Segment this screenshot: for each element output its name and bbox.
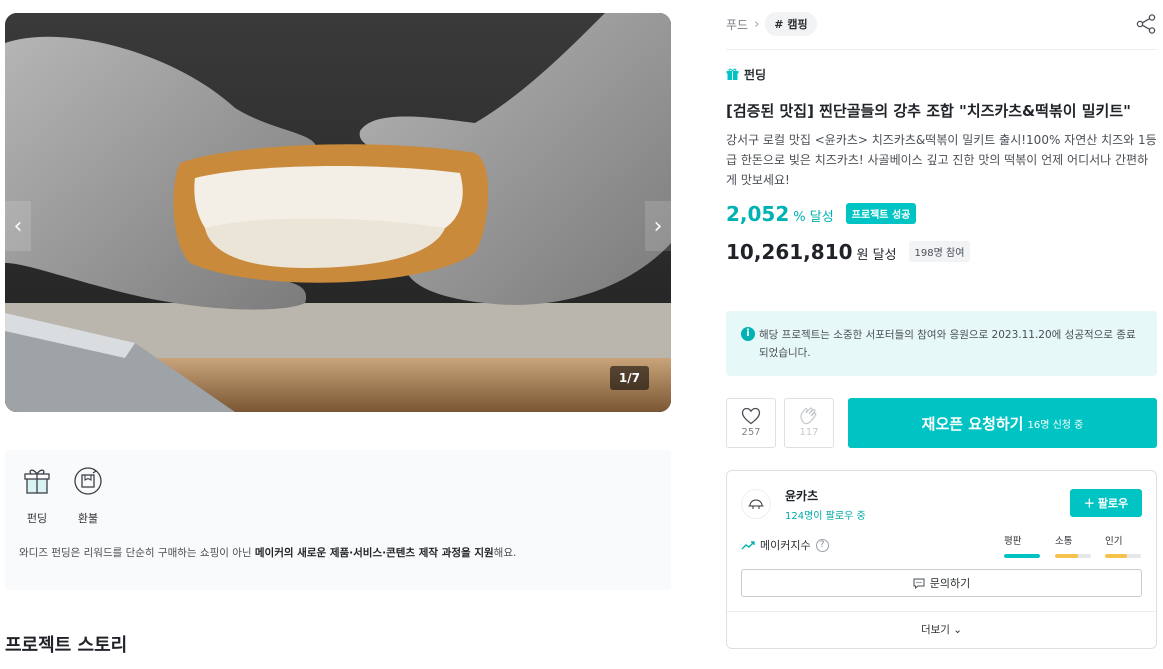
gallery-counter: 1/7 xyxy=(609,366,649,390)
breadcrumb: 푸드 › # 캠핑 xyxy=(726,12,817,36)
funding-info-label: 펀딩 xyxy=(26,512,48,525)
metric-popularity: 인기 xyxy=(1105,533,1141,558)
metric-bar xyxy=(1055,554,1091,558)
metric-label: 소통 xyxy=(1055,536,1073,547)
chevron-right-icon: › xyxy=(754,16,760,32)
funding-info-text: 와디즈 펀딩은 리워드를 단순히 구매하는 쇼핑이 아닌 메이커의 새로운 제품… xyxy=(19,547,517,559)
gallery-next-button[interactable]: › xyxy=(645,201,671,251)
achievement-rate: 2,052 % 달성 프로젝트 성공 xyxy=(726,202,917,227)
maker-logo-icon xyxy=(748,499,764,509)
metric-fill xyxy=(1004,554,1040,558)
maker-name[interactable]: 윤카츠 xyxy=(785,487,818,504)
gift-icon xyxy=(24,469,50,494)
help-icon[interactable]: ? xyxy=(815,538,829,552)
product-image-gallery[interactable]: ‹ › 1/7 xyxy=(5,13,671,412)
cheer-count: 117 xyxy=(799,427,819,438)
funding-amount: 10,261,810 원 달성 198명 참여 xyxy=(726,240,971,265)
breadcrumb-category[interactable]: 푸드 xyxy=(726,16,748,33)
success-badge: 프로젝트 성공 xyxy=(845,203,917,224)
maker-index: 메이커지수 ? xyxy=(741,537,829,553)
product-title: [검증된 맛집] 찐단골들의 강추 조합 "치즈카츠&떡볶이 밀키트" xyxy=(726,102,1131,120)
header-divider xyxy=(726,49,1157,50)
metric-bar xyxy=(1105,554,1141,558)
amount-value: 10,261,810 xyxy=(726,240,853,264)
metric-communication: 소통 xyxy=(1055,533,1091,558)
card-divider xyxy=(727,611,1156,612)
cheer-button[interactable]: 117 xyxy=(784,398,834,448)
reopen-request-button[interactable]: 재오픈 요청하기 16명 신청 중 xyxy=(848,398,1157,448)
project-story-title: 프로젝트 스토리 xyxy=(5,635,128,656)
chevron-left-icon: ‹ xyxy=(13,213,23,239)
follow-label: 팔로우 xyxy=(1097,497,1129,510)
chat-icon xyxy=(913,578,925,589)
achievement-unit: % 달성 xyxy=(793,210,834,225)
metric-label: 평판 xyxy=(1004,536,1022,547)
refund-icon xyxy=(74,467,102,495)
funding-type-label: 펀딩 xyxy=(726,66,766,83)
maker-card: 윤카츠 124명이 팔로우 중 ＋ 팔로우 메이커지수 ? 평판 소통 인기 문… xyxy=(726,470,1157,649)
inquiry-button[interactable]: 문의하기 xyxy=(741,569,1142,597)
follow-button[interactable]: ＋ 팔로우 xyxy=(1070,489,1142,517)
metric-label: 인기 xyxy=(1105,536,1123,547)
more-button[interactable]: 더보기 ⌄ xyxy=(727,622,1156,637)
reopen-request-label: 재오픈 요청하기 xyxy=(921,414,1024,433)
trending-up-icon xyxy=(741,541,755,550)
metric-reputation: 평판 xyxy=(1004,533,1040,558)
amount-unit: 원 달성 xyxy=(856,248,897,263)
maker-followers: 124명이 팔로우 중 xyxy=(785,511,866,522)
funding-info-box: 펀딩 환불 와디즈 펀딩은 리워드를 단순히 구매하는 쇼핑이 아닌 메이커의 … xyxy=(5,450,671,590)
maker-index-label: 메이커지수 xyxy=(760,539,811,552)
metric-fill xyxy=(1105,554,1127,558)
plus-icon: ＋ xyxy=(1083,497,1095,510)
metric-fill xyxy=(1055,554,1079,558)
achievement-percent: 2,052 xyxy=(726,202,790,226)
like-count: 257 xyxy=(741,427,761,438)
like-button[interactable]: 257 xyxy=(726,398,776,448)
action-row: 257 117 재오픈 요청하기 16명 신청 중 xyxy=(726,398,1157,448)
refund-info-item[interactable]: 환불 xyxy=(66,466,110,526)
chevron-right-icon: › xyxy=(653,213,663,239)
tag-chip[interactable]: # 캠핑 xyxy=(765,12,817,36)
info-icon: i xyxy=(741,327,755,341)
heart-icon xyxy=(741,407,761,425)
reopen-request-count: 16명 신청 중 xyxy=(1027,419,1084,431)
product-description: 강서구 로컬 맛집 <윤카츠> 치즈카츠&떡볶이 밀키트 출시!100% 자연산… xyxy=(726,133,1157,187)
product-photo xyxy=(5,13,671,412)
share-icon[interactable] xyxy=(1135,13,1157,35)
inquiry-label: 문의하기 xyxy=(929,577,971,590)
gallery-prev-button[interactable]: ‹ xyxy=(5,201,31,251)
notice-text: 해당 프로젝트는 소중한 서포터들의 참여와 응원으로 2023.11.20에 … xyxy=(759,329,1136,359)
maker-avatar[interactable] xyxy=(741,489,771,519)
gift-icon xyxy=(726,68,739,80)
refund-info-label: 환불 xyxy=(77,512,99,525)
clapping-hands-icon xyxy=(800,407,817,425)
funding-info-item[interactable]: 펀딩 xyxy=(15,466,59,526)
chevron-down-icon: ⌄ xyxy=(949,624,963,636)
metric-bar xyxy=(1004,554,1040,558)
completion-notice: i 해당 프로젝트는 소중한 서포터들의 참여와 응원으로 2023.11.20… xyxy=(726,311,1157,376)
participants-badge: 198명 참여 xyxy=(908,241,971,262)
